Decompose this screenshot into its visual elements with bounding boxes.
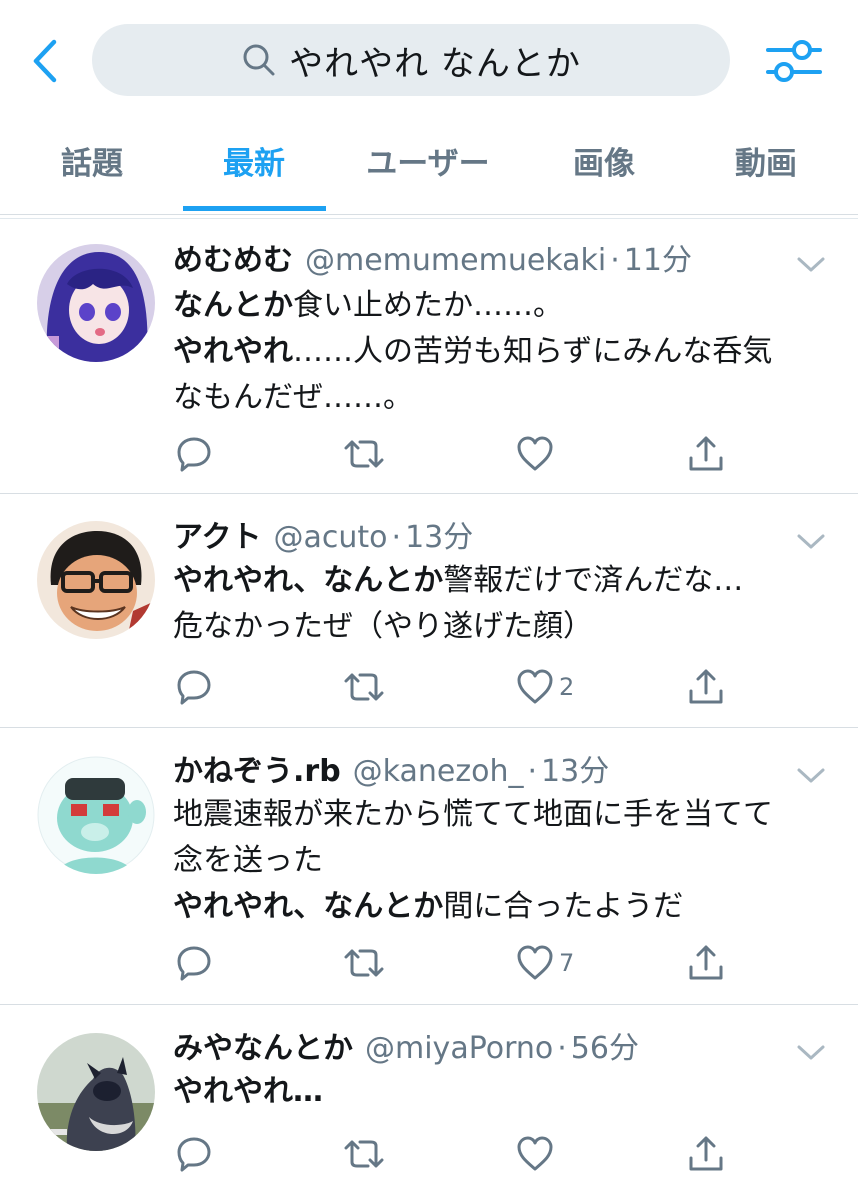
search-tabs: 話題 最新 ユーザー 画像 動画 xyxy=(0,120,858,212)
tab-videos[interactable]: 動画 xyxy=(724,140,808,188)
display-name[interactable]: みやなんとか xyxy=(173,1031,353,1066)
username[interactable]: @kanezoh_ xyxy=(353,754,524,789)
tweet-header: かねぞう.rb @kanezoh_ · 13分 xyxy=(173,752,609,792)
highlight-text: やれやれ、なんとか xyxy=(173,563,444,598)
back-arrow-icon[interactable] xyxy=(24,36,68,86)
tweet[interactable]: かねぞう.rb @kanezoh_ · 13分 地震速報が来たから慌てて地面に手を当て… xyxy=(0,728,858,1005)
timestamp[interactable]: 56分 xyxy=(571,1031,639,1066)
retweet-icon[interactable] xyxy=(342,662,386,712)
share-icon[interactable] xyxy=(686,1129,726,1179)
search-query[interactable]: やれやれ なんとか xyxy=(289,36,581,85)
search-icon xyxy=(241,42,277,78)
separator: · xyxy=(610,243,620,278)
like-count: 2 xyxy=(559,673,575,701)
like-button[interactable] xyxy=(515,1129,559,1179)
reply-icon[interactable] xyxy=(174,1129,214,1179)
tab-images[interactable]: 画像 xyxy=(562,140,646,188)
like-button[interactable] xyxy=(515,429,559,479)
tab-topics[interactable]: 話題 xyxy=(50,140,134,188)
like-button[interactable]: 7 xyxy=(515,938,574,988)
tweet-header: めむめむ @memumemuekaki · 11分 xyxy=(173,241,692,281)
timestamp[interactable]: 13分 xyxy=(405,520,473,555)
tweet-actions xyxy=(0,1129,858,1179)
text: 間に合ったようだ xyxy=(443,889,684,924)
avatar[interactable] xyxy=(37,756,155,874)
tweet-text: やれやれ… xyxy=(173,1069,823,1115)
tweet-actions: 2 xyxy=(0,662,858,712)
like-count: 7 xyxy=(559,949,575,977)
chevron-down-icon[interactable] xyxy=(796,1043,826,1063)
share-icon[interactable] xyxy=(686,938,726,988)
display-name[interactable]: めむめむ xyxy=(173,243,293,278)
username[interactable]: @acuto xyxy=(274,520,388,555)
highlight-text: なんとか xyxy=(173,288,293,323)
text: ……人の苦労も知らずにみんな呑気 xyxy=(293,334,773,369)
retweet-icon[interactable] xyxy=(342,1129,386,1179)
heart-icon xyxy=(515,667,555,707)
text: なもんだぜ……。 xyxy=(173,380,413,415)
tweet-header: みやなんとか @miyaPorno · 56分 xyxy=(173,1029,639,1069)
text: 食い止めたか……。 xyxy=(293,288,563,323)
display-name[interactable]: かねぞう.rb xyxy=(173,754,341,789)
share-icon[interactable] xyxy=(686,662,726,712)
tweet-actions xyxy=(0,429,858,479)
tweet[interactable]: みやなんとか @miyaPorno · 56分 やれやれ… xyxy=(0,1005,858,1200)
text: … xyxy=(293,1074,323,1109)
tab-latest[interactable]: 最新 xyxy=(212,140,296,188)
separator: · xyxy=(391,520,402,555)
timestamp[interactable]: 11分 xyxy=(624,243,692,278)
reply-icon[interactable] xyxy=(174,662,214,712)
highlight-text: やれやれ xyxy=(173,1074,293,1109)
retweet-icon[interactable] xyxy=(342,429,386,479)
tweet[interactable]: アクト @acuto · 13分 やれやれ、なんとか警報だけで済んだな… 危なかったぜ… xyxy=(0,494,858,729)
tweet-text: なんとか食い止めたか……。 やれやれ……人の苦労も知らずにみんな呑気 なもんだぜ… xyxy=(173,283,823,421)
text: 危なかったぜ（やり遂げた顔） xyxy=(173,609,593,644)
search-field[interactable]: やれやれ なんとか xyxy=(92,24,730,96)
tweet-actions: 7 xyxy=(0,938,858,988)
chevron-down-icon[interactable] xyxy=(796,255,826,275)
username[interactable]: @memumemuekaki xyxy=(305,243,606,278)
text: 地震速報が来たから慌てて地面に手を当てて xyxy=(173,797,773,832)
heart-icon xyxy=(515,434,555,474)
avatar[interactable] xyxy=(37,521,155,639)
top-bar: やれやれ なんとか xyxy=(0,0,858,120)
tweet-header: アクト @acuto · 13分 xyxy=(173,518,473,558)
tweet-text: 地震速報が来たから慌てて地面に手を当てて 念を送った やれやれ、なんとか間に合っ… xyxy=(173,792,823,930)
highlight-text: やれやれ、なんとか xyxy=(173,889,444,924)
tab-users[interactable]: ユーザー xyxy=(356,140,500,188)
chevron-down-icon[interactable] xyxy=(796,766,826,786)
highlight-text: やれやれ xyxy=(173,334,293,369)
search-filter-icon[interactable] xyxy=(764,36,824,86)
separator: · xyxy=(557,1031,567,1066)
text: 念を送った xyxy=(173,843,323,878)
tweet-text: やれやれ、なんとか警報だけで済んだな… 危なかったぜ（やり遂げた顔） xyxy=(173,558,823,650)
avatar[interactable] xyxy=(37,244,155,362)
display-name[interactable]: アクト xyxy=(173,520,262,555)
heart-icon xyxy=(515,1134,555,1174)
like-button[interactable]: 2 xyxy=(515,662,574,712)
tweet[interactable]: めむめむ @memumemuekaki · 11分 なんとか食い止めたか……。 やれや… xyxy=(0,219,858,495)
active-tab-indicator xyxy=(183,206,326,211)
text: 警報だけで済んだな… xyxy=(443,563,744,598)
heart-icon xyxy=(515,943,555,983)
reply-icon[interactable] xyxy=(174,429,214,479)
reply-icon[interactable] xyxy=(174,938,214,988)
timestamp[interactable]: 13分 xyxy=(541,754,609,789)
username[interactable]: @miyaPorno xyxy=(365,1031,553,1066)
separator: · xyxy=(527,754,538,789)
divider xyxy=(0,214,858,215)
retweet-icon[interactable] xyxy=(342,938,386,988)
chevron-down-icon[interactable] xyxy=(796,532,826,552)
share-icon[interactable] xyxy=(686,429,726,479)
